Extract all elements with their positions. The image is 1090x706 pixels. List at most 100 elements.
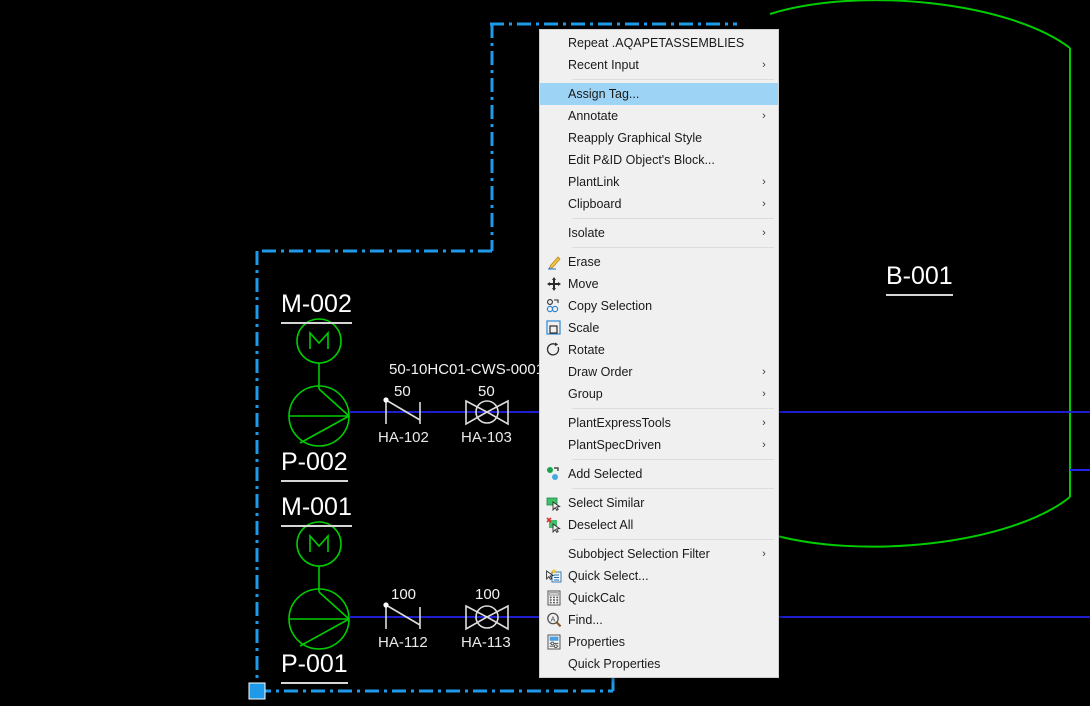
menu-item-erase[interactable]: Erase [540, 251, 778, 273]
equipment-tag-m001[interactable]: M-001 [281, 493, 352, 527]
menu-item-group[interactable]: Group › [540, 383, 778, 405]
menu-item-annotate[interactable]: Annotate › [540, 105, 778, 127]
menu-item-deselect-all[interactable]: Deselect All [540, 514, 778, 536]
deselect-all-icon [540, 514, 568, 536]
pump-p002-symbol[interactable] [288, 385, 350, 447]
valve-ha112-symbol[interactable] [383, 602, 421, 629]
quick-select-icon [540, 565, 568, 587]
top-size-label-1: 50 [394, 383, 411, 400]
top-size-label-2: 50 [478, 383, 495, 400]
context-menu[interactable]: Repeat .AQAPETASSEMBLIES Recent Input › Ass… [539, 29, 779, 678]
menu-item-icon-placeholder [540, 127, 568, 149]
rotate-icon [540, 339, 568, 361]
menu-separator [572, 488, 774, 489]
menu-item-icon-placeholder [540, 83, 568, 105]
chevron-right-icon: › [762, 176, 766, 188]
menu-item-label: QuickCalc [568, 591, 625, 605]
equipment-tag-p002[interactable]: P-002 [281, 448, 348, 482]
menu-item-draw-order[interactable]: Draw Order › [540, 361, 778, 383]
scale-icon [540, 317, 568, 339]
menu-item-icon-placeholder [540, 171, 568, 193]
menu-item-rotate[interactable]: Rotate [540, 339, 778, 361]
menu-item-edit-p-id-object-s-block[interactable]: Edit P&ID Object's Block... [540, 149, 778, 171]
menu-item-copy-selection[interactable]: Copy Selection [540, 295, 778, 317]
menu-item-label: Select Similar [568, 496, 645, 510]
menu-item-clipboard[interactable]: Clipboard › [540, 193, 778, 215]
menu-item-recent-input[interactable]: Recent Input › [540, 54, 778, 76]
menu-item-reapply-graphical-style[interactable]: Reapply Graphical Style [540, 127, 778, 149]
quickcalc-icon [540, 587, 568, 609]
menu-item-icon-placeholder [540, 383, 568, 405]
valve-tag-ha102[interactable]: HA-102 [378, 429, 429, 446]
pump-p001-symbol[interactable] [288, 588, 350, 650]
menu-item-select-similar[interactable]: Select Similar [540, 492, 778, 514]
menu-separator [572, 539, 774, 540]
equipment-tag-p001[interactable]: P-001 [281, 650, 348, 684]
chevron-right-icon: › [762, 227, 766, 239]
menu-item-label: Find... [568, 613, 603, 627]
menu-item-repeat-aqapetassemblies[interactable]: Repeat .AQAPETASSEMBLIES [540, 32, 778, 54]
properties-icon [540, 631, 568, 653]
eraser-icon [540, 251, 568, 273]
menu-item-label: Reapply Graphical Style [568, 131, 703, 145]
svg-text:A: A [551, 616, 556, 623]
menu-item-assign-tag[interactable]: Assign Tag... [540, 83, 778, 105]
menu-item-quick-properties[interactable]: Quick Properties [540, 653, 778, 675]
valve-tag-ha113[interactable]: HA-113 [461, 634, 511, 651]
menu-item-label: Quick Properties [568, 657, 661, 671]
add-selected-icon [540, 463, 568, 485]
bottom-size-label-1: 100 [391, 586, 417, 603]
menu-item-plantexpresstools[interactable]: PlantExpressTools › [540, 412, 778, 434]
menu-item-label: Repeat .AQAPETASSEMBLIES [568, 36, 745, 50]
equipment-tag-m002[interactable]: M-002 [281, 290, 352, 324]
menu-item-label: Rotate [568, 343, 605, 357]
menu-item-move[interactable]: Move [540, 273, 778, 295]
menu-item-label: PlantSpecDriven [568, 438, 662, 452]
menu-item-label: Group [568, 387, 603, 401]
menu-item-icon-placeholder [540, 222, 568, 244]
pipe-line-number[interactable]: 50-10HC01-CWS-0001 [389, 361, 544, 378]
menu-item-icon-placeholder [540, 543, 568, 565]
menu-item-scale[interactable]: Scale [540, 317, 778, 339]
menu-item-icon-placeholder [540, 653, 568, 675]
menu-item-plantspecdriven[interactable]: PlantSpecDriven › [540, 434, 778, 456]
menu-item-label: Erase [568, 255, 601, 269]
menu-item-label: Clipboard [568, 197, 622, 211]
menu-item-subobject-selection-filter[interactable]: Subobject Selection Filter › [540, 543, 778, 565]
menu-separator [572, 408, 774, 409]
menu-item-isolate[interactable]: Isolate › [540, 222, 778, 244]
menu-item-icon-placeholder [540, 361, 568, 383]
valve-tag-ha112[interactable]: HA-112 [378, 634, 428, 651]
menu-item-icon-placeholder [540, 105, 568, 127]
bottom-size-label-2: 100 [475, 586, 501, 603]
menu-item-label: Add Selected [568, 467, 643, 481]
chevron-right-icon: › [762, 366, 766, 378]
motor-m002-symbol[interactable] [296, 318, 342, 389]
menu-item-label: Subobject Selection Filter [568, 547, 710, 561]
equipment-tag-b001[interactable]: B-001 [886, 262, 953, 296]
menu-item-properties[interactable]: Properties [540, 631, 778, 653]
move-icon [540, 273, 568, 295]
menu-item-icon-placeholder [540, 412, 568, 434]
chevron-right-icon: › [762, 198, 766, 210]
menu-separator [572, 218, 774, 219]
menu-item-icon-placeholder [540, 434, 568, 456]
menu-separator [572, 79, 774, 80]
motor-m001-symbol[interactable] [296, 521, 342, 592]
menu-item-label: Draw Order [568, 365, 633, 379]
menu-item-plantlink[interactable]: PlantLink › [540, 171, 778, 193]
menu-item-quick-select[interactable]: Quick Select... [540, 565, 778, 587]
valve-tag-ha103[interactable]: HA-103 [461, 429, 512, 446]
menu-item-quickcalc[interactable]: QuickCalc [540, 587, 778, 609]
menu-item-icon-placeholder [540, 149, 568, 171]
valve-ha102-symbol[interactable] [383, 397, 421, 424]
selection-grip[interactable] [248, 682, 266, 700]
menu-item-find[interactable]: A Find... [540, 609, 778, 631]
menu-item-label: Deselect All [568, 518, 634, 532]
menu-item-label: Edit P&ID Object's Block... [568, 153, 715, 167]
menu-item-label: Recent Input [568, 58, 639, 72]
menu-item-add-selected[interactable]: Add Selected [540, 463, 778, 485]
menu-item-label: Copy Selection [568, 299, 653, 313]
menu-item-label: Properties [568, 635, 625, 649]
menu-separator [572, 247, 774, 248]
